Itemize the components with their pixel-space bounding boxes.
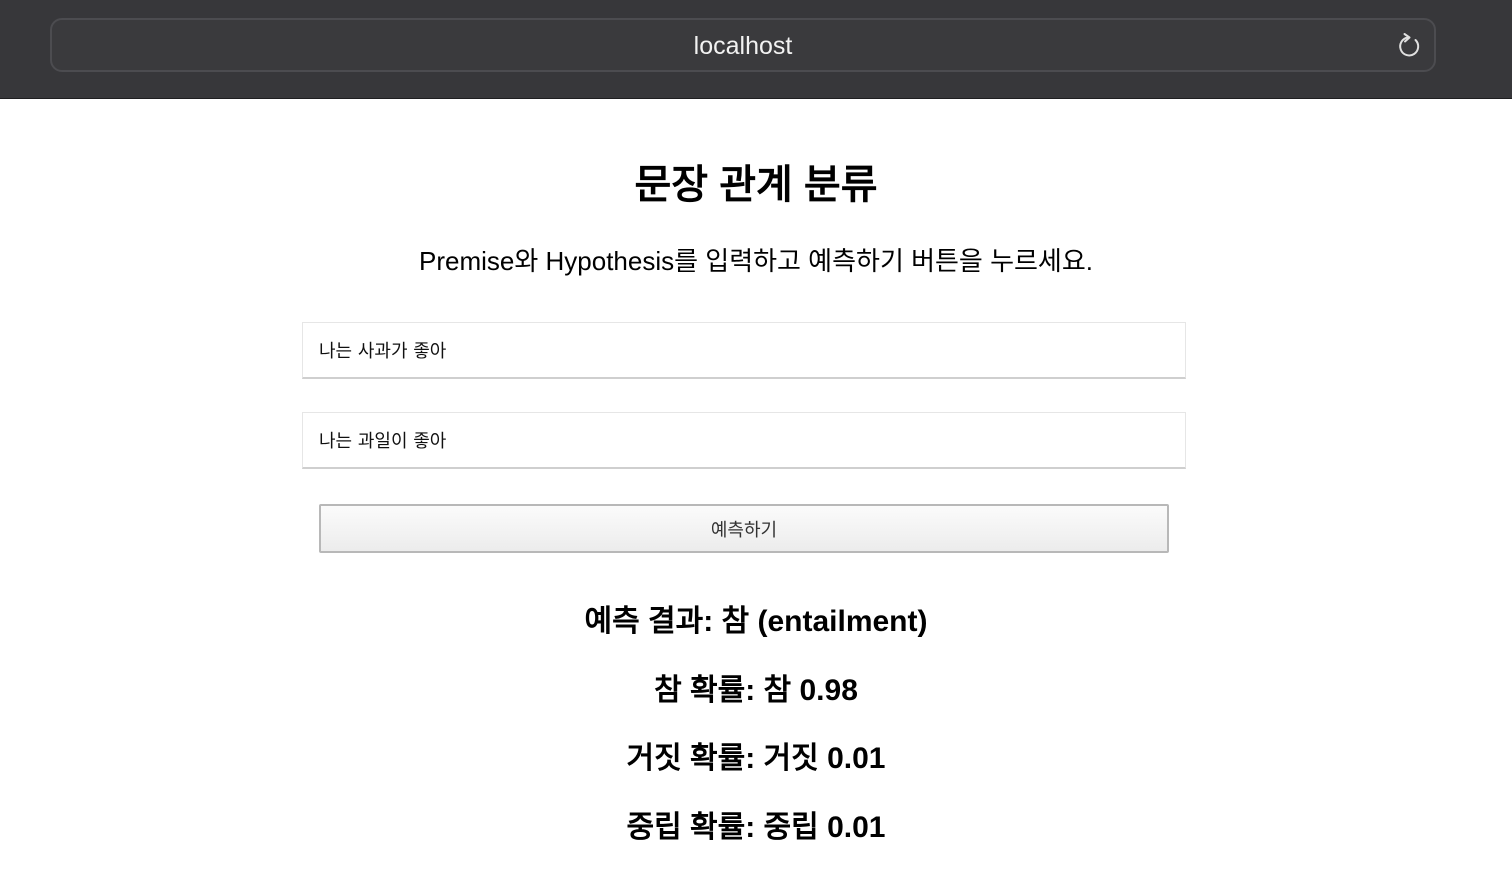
reload-icon[interactable] xyxy=(1394,31,1424,61)
probability-false: 거짓 확률: 거짓 0.01 xyxy=(626,742,886,775)
instruction-text: Premise와 Hypothesis를 입력하고 예측하기 버튼을 누르세요. xyxy=(419,246,1093,276)
page-title: 문장 관계 분류 xyxy=(634,163,878,207)
probability-neutral: 중립 확률: 중립 0.01 xyxy=(626,811,886,844)
hypothesis-input[interactable] xyxy=(302,412,1186,469)
page-content: 문장 관계 분류 Premise와 Hypothesis를 입력하고 예측하기 … xyxy=(0,99,1512,890)
browser-toolbar: localhost xyxy=(0,0,1512,99)
prediction-result: 예측 결과: 참 (entailment) xyxy=(584,605,928,638)
predict-button[interactable]: 예측하기 xyxy=(319,504,1169,553)
probability-true: 참 확률: 참 0.98 xyxy=(654,674,858,707)
premise-input[interactable] xyxy=(302,322,1186,379)
address-bar[interactable]: localhost xyxy=(50,18,1436,72)
url-text[interactable]: localhost xyxy=(52,20,1434,72)
